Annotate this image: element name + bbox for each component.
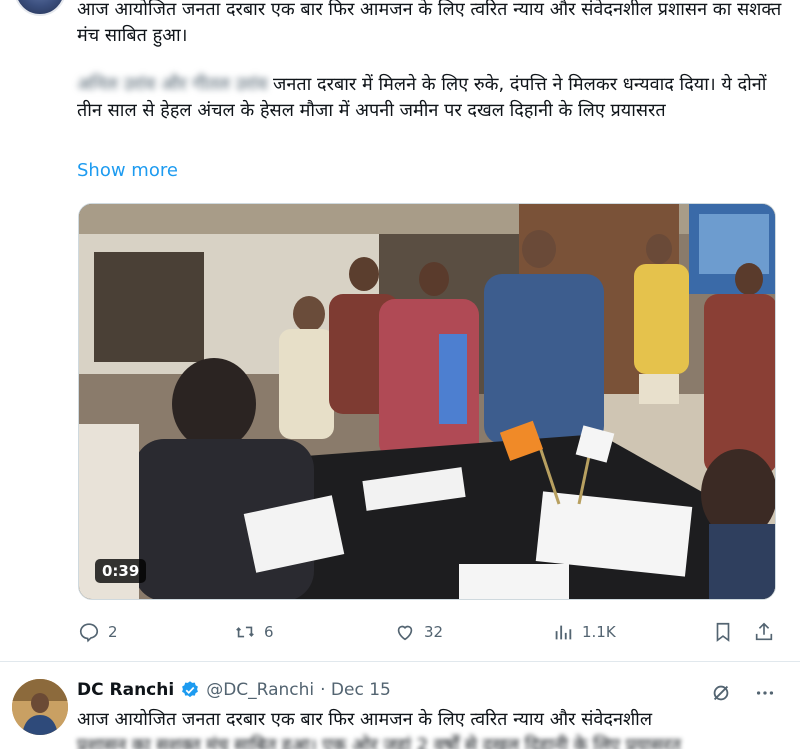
- video-duration: 0:39: [95, 559, 147, 583]
- like-button[interactable]: 32: [394, 616, 443, 648]
- grok-icon[interactable]: [710, 682, 732, 704]
- reply-button[interactable]: 2: [78, 616, 118, 648]
- like-count: 32: [424, 623, 444, 641]
- bookmark-button[interactable]: [712, 616, 734, 648]
- more-icon[interactable]: [754, 682, 776, 704]
- like-icon: [397, 625, 413, 641]
- video-player[interactable]: 0:39: [78, 203, 776, 600]
- share-button[interactable]: [753, 616, 775, 648]
- bookmark-icon: [716, 622, 730, 642]
- repost-button[interactable]: 6: [234, 616, 274, 648]
- reply-count: 2: [108, 623, 118, 641]
- views-count: 1.1K: [582, 623, 616, 641]
- tweet-actions: 2 6 32 1.1K: [78, 616, 778, 648]
- repost-count: 6: [264, 623, 274, 641]
- tweet-text-continued: प्रशासन का सशक्त मंच साबित हुआ। एक ओर जह…: [77, 735, 681, 749]
- tweet-card[interactable]: आज आयोजित जनता दरबार एक बार फिर आमजन के …: [0, 0, 800, 660]
- avatar-image: [12, 679, 68, 735]
- blurred-names: अनिल उरांव और गीतल उरांव: [77, 74, 268, 95]
- show-more-link[interactable]: Show more: [77, 160, 178, 181]
- tweet-text: आज आयोजित जनता दरबार एक बार फिर आमजन के …: [77, 709, 653, 730]
- reply-icon: [79, 623, 99, 643]
- repost-icon: [236, 626, 254, 638]
- verified-badge-icon: [182, 681, 199, 698]
- views-button[interactable]: 1.1K: [552, 616, 616, 648]
- video-frame: [79, 204, 775, 599]
- author-name[interactable]: DC Ranchi: [77, 680, 174, 700]
- author-handle[interactable]: @DC_Ranchi: [206, 680, 314, 700]
- tweet-menu: [710, 682, 776, 704]
- views-icon: [555, 625, 572, 640]
- tweet-date[interactable]: · Dec 15: [320, 680, 391, 700]
- tweet-text-continued: अनिल उरांव और गीतल उरांव जनता दरबार में …: [77, 72, 782, 124]
- tweet-header: DC Ranchi @DC_Ranchi · Dec 15: [77, 680, 391, 700]
- avatar[interactable]: [14, 0, 66, 16]
- avatar[interactable]: [12, 679, 68, 735]
- tweet-text: आज आयोजित जनता दरबार एक बार फिर आमजन के …: [77, 0, 782, 46]
- share-icon: [755, 622, 773, 641]
- tweet-card[interactable]: DC Ranchi @DC_Ranchi · Dec 15 आज आयोजित …: [0, 662, 800, 749]
